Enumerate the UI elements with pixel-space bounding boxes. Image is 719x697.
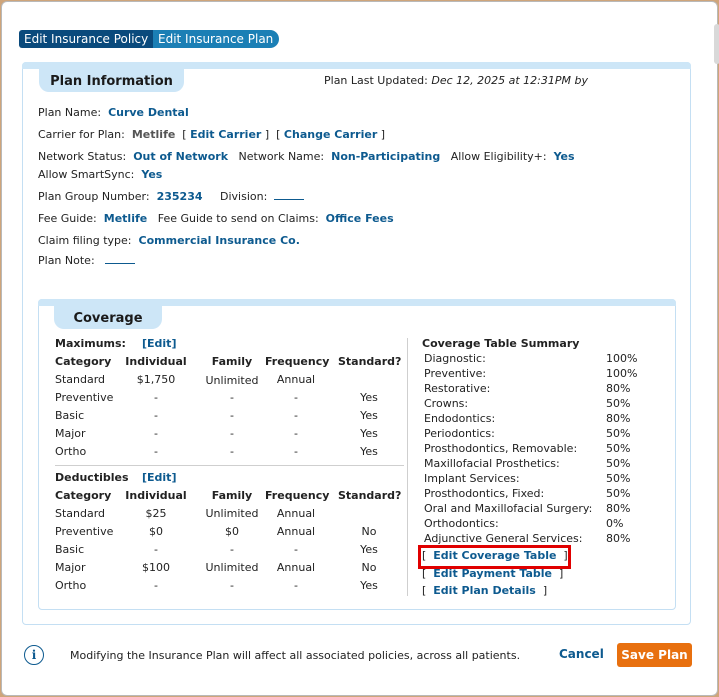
plan-name-value: Curve Dental (108, 106, 189, 119)
list-item: Prosthodontics, Removable: 50% (424, 442, 631, 455)
scrollbar[interactable] (714, 24, 719, 64)
table-row: Preventive - - - Yes (55, 391, 378, 404)
carrier-value: Metlife (131, 128, 176, 141)
edit-plan-details-link[interactable]: Edit Plan Details (433, 584, 536, 597)
plan-name-row: Plan Name: Curve Dental (38, 106, 189, 119)
edit-deductibles-link[interactable]: [Edit] (142, 471, 176, 484)
table-row: Basic - - - Yes (55, 409, 378, 422)
table-row: Major $100 Unlimited Annual No (55, 561, 377, 574)
list-item: Orthodontics: 0% (424, 517, 624, 530)
plan-information-title: Plan Information (39, 68, 184, 92)
change-carrier-link[interactable]: Change Carrier (284, 128, 377, 141)
table-row: Ortho - - - Yes (55, 445, 378, 458)
edit-payment-table-link[interactable]: Edit Payment Table (433, 567, 552, 580)
coverage-summary-title: Coverage Table Summary (422, 337, 580, 350)
list-item: Maxillofacial Prosthetics: 50% (424, 457, 631, 470)
table-row: Basic - - - Yes (55, 543, 378, 556)
info-icon: i (24, 645, 44, 665)
maximums-title: Maximums: (55, 337, 126, 350)
list-item: Endodontics: 80% (424, 412, 631, 425)
list-item: Oral and Maxillofacial Surgery: 80% (424, 502, 631, 515)
division-value (274, 190, 305, 200)
claim-type-row: Claim filing type: Commercial Insurance … (38, 234, 300, 247)
list-item: Preventive: 100% (424, 367, 638, 380)
table-row: Standard $25 Unlimited Annual (55, 507, 316, 520)
deductibles-title: Deductibles (55, 471, 129, 484)
table-row: Preventive $0 $0 Annual No (55, 525, 377, 538)
list-item: Restorative: 80% (424, 382, 631, 395)
edit-insurance-plan-modal: Edit Insurance Policy Edit Insurance Pla… (1, 1, 719, 696)
deductibles-header-row: Category Individual Family Frequency Sta… (55, 489, 402, 502)
list-item: Crowns: 50% (424, 397, 631, 410)
highlight-box (418, 545, 571, 569)
network-row: Network Status: Out of Network Network N… (38, 150, 575, 163)
list-item: Diagnostic: 100% (424, 352, 638, 365)
footer-message: Modifying the Insurance Plan will affect… (70, 649, 521, 662)
edit-plan-details-row: [ Edit Plan Details ] (422, 584, 548, 597)
coverage-title: Coverage (54, 305, 162, 329)
edit-carrier-link[interactable]: Edit Carrier (190, 128, 261, 141)
table-row: Ortho - - - Yes (55, 579, 378, 592)
maximums-header-row: Category Individual Family Frequency Sta… (55, 355, 402, 368)
maximums-divider (55, 465, 404, 466)
table-row: Major - - - Yes (55, 427, 378, 440)
plan-last-updated: Plan Last Updated: Dec 12, 2025 at 12:31… (324, 74, 588, 87)
tab-edit-insurance-policy[interactable]: Edit Insurance Policy (19, 30, 155, 48)
list-item: Prosthodontics, Fixed: 50% (424, 487, 631, 500)
tab-edit-insurance-plan[interactable]: Edit Insurance Plan (153, 30, 279, 48)
plan-note-row: Plan Note: (38, 254, 136, 267)
list-item: Implant Services: 50% (424, 472, 631, 485)
edit-payment-table-row: [ Edit Payment Table ] (422, 567, 564, 580)
save-plan-button[interactable]: Save Plan (617, 643, 692, 667)
coverage-divider (407, 338, 408, 596)
edit-maximums-link[interactable]: [Edit] (142, 337, 176, 350)
list-item: Periodontics: 50% (424, 427, 631, 440)
carrier-row: Carrier for Plan: Metlife [ Edit Carrier… (38, 128, 386, 141)
cancel-button[interactable]: Cancel (559, 647, 604, 661)
table-row: Standard $1,750 Unlimited Annual (55, 373, 316, 387)
smartsync-row: Allow SmartSync: Yes (38, 168, 163, 181)
plan-note-value (105, 254, 136, 264)
group-number-row: Plan Group Number: 235234 Division: (38, 190, 305, 203)
fee-guide-row: Fee Guide: Metlife Fee Guide to send on … (38, 212, 394, 225)
